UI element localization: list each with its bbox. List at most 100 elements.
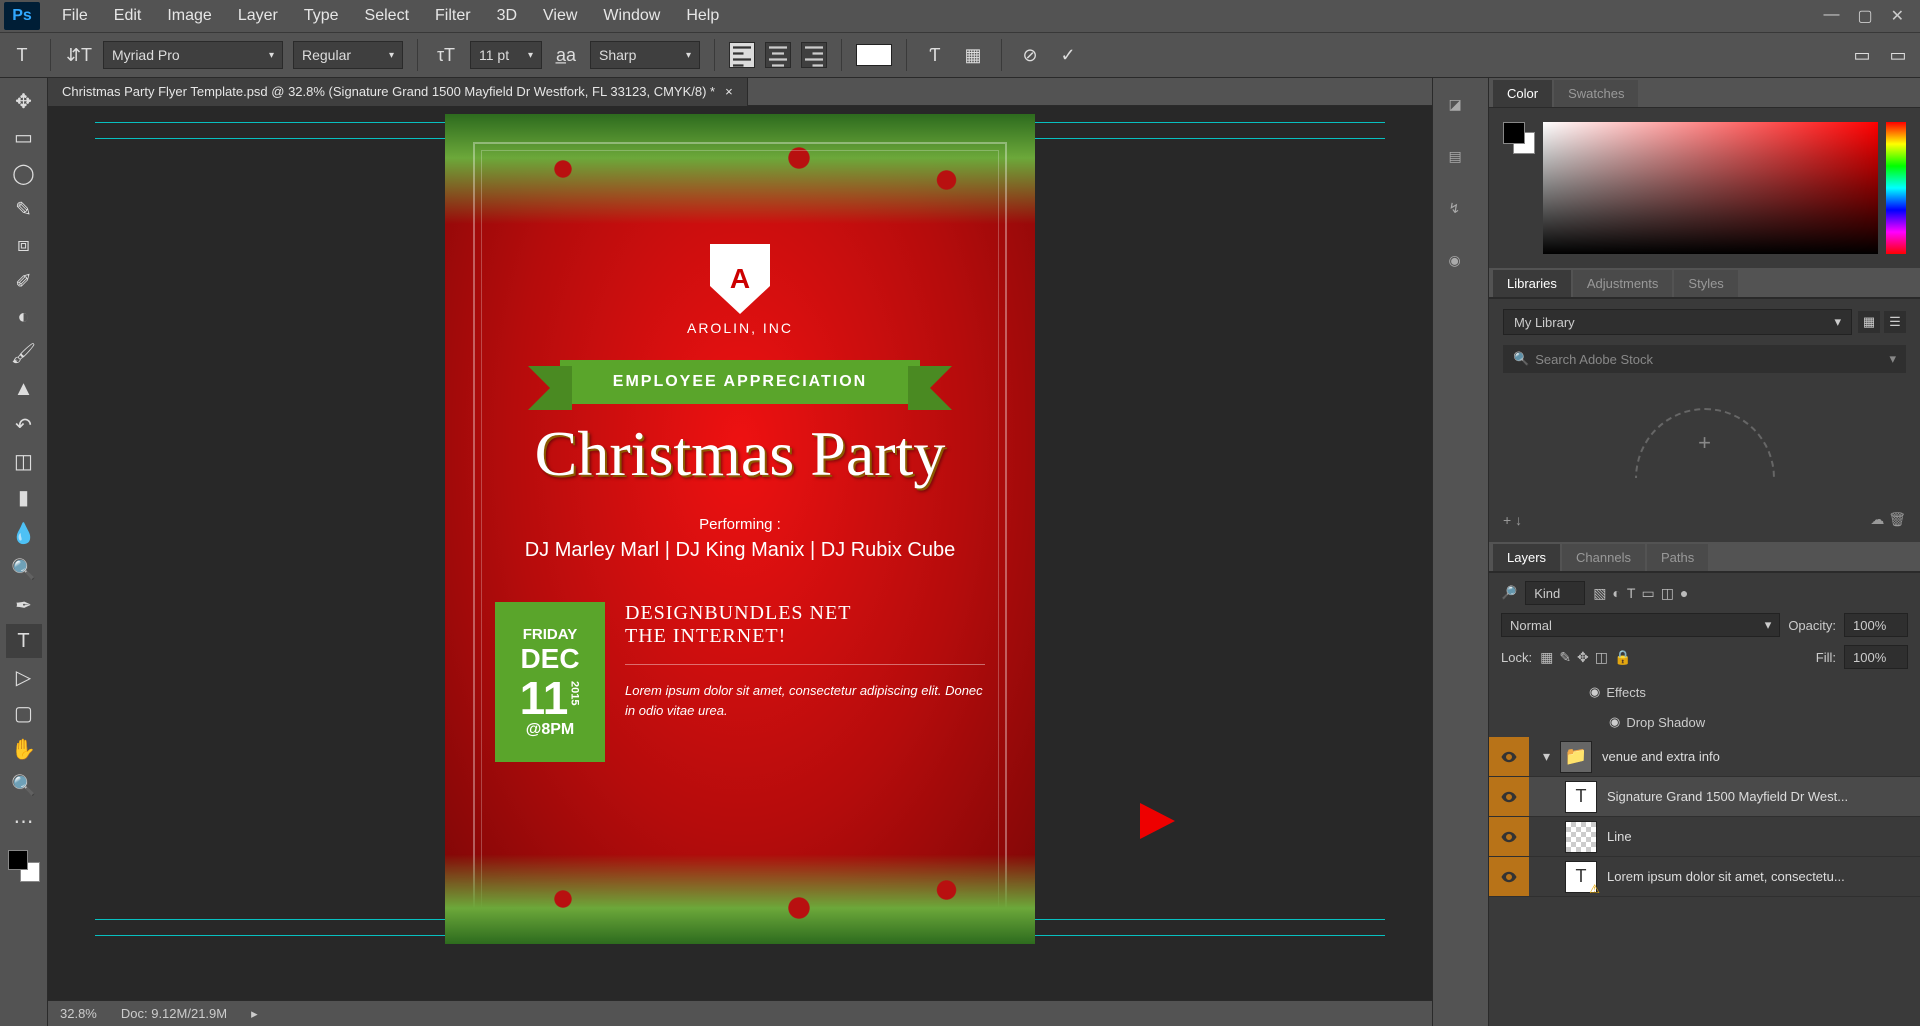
- tab-styles[interactable]: Styles: [1674, 270, 1737, 297]
- stamp-tool[interactable]: ▲: [6, 372, 42, 406]
- gradient-tool[interactable]: ▮: [6, 480, 42, 514]
- dodge-tool[interactable]: 🔍: [6, 552, 42, 586]
- paragraph-panel-icon[interactable]: ◉: [1449, 252, 1473, 276]
- color-picker-field[interactable]: [1543, 122, 1878, 254]
- text-orientation-icon[interactable]: ⇵T: [65, 41, 93, 69]
- fill-field[interactable]: 100%: [1844, 645, 1908, 669]
- lock-all-icon[interactable]: 🔒: [1614, 649, 1631, 666]
- layer-filter-kind[interactable]: Kind: [1525, 581, 1585, 605]
- close-tab-icon[interactable]: ×: [725, 84, 733, 99]
- lasso-tool[interactable]: ◯: [6, 156, 42, 190]
- workspace-icon[interactable]: ▭: [1848, 41, 1876, 69]
- lock-artboard-icon[interactable]: ◫: [1595, 649, 1608, 666]
- menu-help[interactable]: Help: [674, 3, 731, 29]
- trash-icon[interactable]: 🗑: [1888, 511, 1906, 527]
- layer-effects-label[interactable]: ◉ Effects: [1489, 677, 1920, 707]
- brush-tool[interactable]: 🖌: [6, 336, 42, 370]
- filter-adjust-icon[interactable]: ◐: [1612, 585, 1620, 602]
- fg-bg-swatch[interactable]: [1503, 122, 1535, 254]
- align-left-button[interactable]: [729, 42, 755, 68]
- quick-select-tool[interactable]: ✎: [6, 192, 42, 226]
- warp-text-icon[interactable]: Ƭ: [921, 41, 949, 69]
- eraser-tool[interactable]: ◫: [6, 444, 42, 478]
- move-tool[interactable]: ✥: [6, 84, 42, 118]
- layer-group-venue[interactable]: ▾ 📁 venue and extra info: [1489, 737, 1920, 777]
- fg-bg-colors[interactable]: [8, 850, 40, 882]
- layer-line[interactable]: Line: [1489, 817, 1920, 857]
- lock-pixels-icon[interactable]: ✎: [1559, 649, 1571, 666]
- path-select-tool[interactable]: ▷: [6, 660, 42, 694]
- blur-tool[interactable]: 💧: [6, 516, 42, 550]
- hand-tool[interactable]: ✋: [6, 732, 42, 766]
- search-icon[interactable]: ▭: [1884, 41, 1912, 69]
- zoom-level[interactable]: 32.8%: [60, 1006, 97, 1021]
- menu-type[interactable]: Type: [292, 3, 351, 29]
- close-icon[interactable]: ✕: [1891, 6, 1904, 26]
- menu-layer[interactable]: Layer: [226, 3, 290, 29]
- download-asset-icon[interactable]: ↓: [1515, 512, 1522, 528]
- opacity-field[interactable]: 100%: [1844, 613, 1908, 637]
- document-tab[interactable]: Christmas Party Flyer Template.psd @ 32.…: [48, 78, 748, 106]
- menu-3d[interactable]: 3D: [485, 3, 529, 29]
- cancel-edit-icon[interactable]: ⊘: [1016, 41, 1044, 69]
- tab-color[interactable]: Color: [1493, 80, 1552, 107]
- minimize-icon[interactable]: —: [1823, 6, 1839, 26]
- lock-transparency-icon[interactable]: ▦: [1540, 649, 1553, 666]
- tab-swatches[interactable]: Swatches: [1554, 80, 1638, 107]
- character-panel-icon[interactable]: ↯: [1449, 200, 1473, 224]
- status-caret[interactable]: ▸: [251, 1006, 258, 1022]
- tab-adjustments[interactable]: Adjustments: [1573, 270, 1673, 297]
- font-style-field[interactable]: Regular▾: [293, 41, 403, 69]
- tab-layers[interactable]: Layers: [1493, 544, 1560, 571]
- filter-toggle-icon[interactable]: ●: [1680, 585, 1688, 602]
- eyedropper-tool[interactable]: ✐: [6, 264, 42, 298]
- zoom-tool[interactable]: 🔍: [6, 768, 42, 802]
- history-panel-icon[interactable]: ◪: [1449, 96, 1473, 120]
- font-size-field[interactable]: 11 pt▾: [470, 41, 542, 69]
- visibility-toggle[interactable]: [1489, 857, 1529, 896]
- commit-edit-icon[interactable]: ✓: [1054, 41, 1082, 69]
- text-color-swatch[interactable]: [856, 44, 892, 66]
- canvas[interactable]: A AROLIN, INC EMPLOYEE APPRECIATION Chri…: [445, 114, 1035, 944]
- hue-slider[interactable]: [1886, 122, 1906, 254]
- document-info[interactable]: Doc: 9.12M/21.9M: [121, 1006, 227, 1021]
- layer-text-signature[interactable]: T Signature Grand 1500 Mayfield Dr West.…: [1489, 777, 1920, 817]
- anti-alias-field[interactable]: Sharp▾: [590, 41, 700, 69]
- lock-position-icon[interactable]: ✥: [1577, 649, 1589, 666]
- shape-tool[interactable]: ▢: [6, 696, 42, 730]
- cloud-icon[interactable]: ☁: [1870, 511, 1884, 527]
- marquee-tool[interactable]: ▭: [6, 120, 42, 154]
- canvas-viewport[interactable]: A AROLIN, INC EMPLOYEE APPRECIATION Chri…: [48, 106, 1432, 1000]
- stock-search-field[interactable]: 🔍 Search Adobe Stock▾: [1503, 345, 1906, 373]
- menu-view[interactable]: View: [531, 3, 589, 29]
- menu-filter[interactable]: Filter: [423, 3, 483, 29]
- align-right-button[interactable]: [801, 42, 827, 68]
- edit-toolbar[interactable]: ⋯: [6, 804, 42, 838]
- filter-smart-icon[interactable]: ◫: [1661, 585, 1674, 602]
- filter-pixel-icon[interactable]: ▧: [1593, 585, 1606, 602]
- history-brush-tool[interactable]: ↶: [6, 408, 42, 442]
- menu-edit[interactable]: Edit: [102, 3, 154, 29]
- crop-tool[interactable]: ⧈: [6, 228, 42, 262]
- filter-shape-icon[interactable]: ▭: [1641, 585, 1654, 602]
- menu-select[interactable]: Select: [353, 3, 421, 29]
- font-family-field[interactable]: Myriad Pro▾: [103, 41, 283, 69]
- layer-effect-dropshadow[interactable]: ◉ Drop Shadow: [1489, 707, 1920, 737]
- lib-list-icon[interactable]: ☰: [1884, 311, 1906, 333]
- menu-window[interactable]: Window: [591, 3, 672, 29]
- blend-mode-dropdown[interactable]: Normal▾: [1501, 613, 1780, 637]
- tab-paths[interactable]: Paths: [1647, 544, 1708, 571]
- menu-file[interactable]: File: [50, 3, 100, 29]
- menu-image[interactable]: Image: [155, 3, 223, 29]
- character-panel-icon[interactable]: ▦: [959, 41, 987, 69]
- properties-panel-icon[interactable]: ▤: [1449, 148, 1473, 172]
- pen-tool[interactable]: ✒: [6, 588, 42, 622]
- visibility-toggle[interactable]: [1489, 737, 1529, 776]
- library-dropdown[interactable]: My Library▾: [1503, 309, 1852, 335]
- align-center-button[interactable]: [765, 42, 791, 68]
- visibility-toggle[interactable]: [1489, 777, 1529, 816]
- add-asset-icon[interactable]: +: [1503, 512, 1511, 528]
- visibility-toggle[interactable]: [1489, 817, 1529, 856]
- filter-type-icon[interactable]: T: [1627, 585, 1636, 602]
- healing-tool[interactable]: ◐: [6, 300, 42, 334]
